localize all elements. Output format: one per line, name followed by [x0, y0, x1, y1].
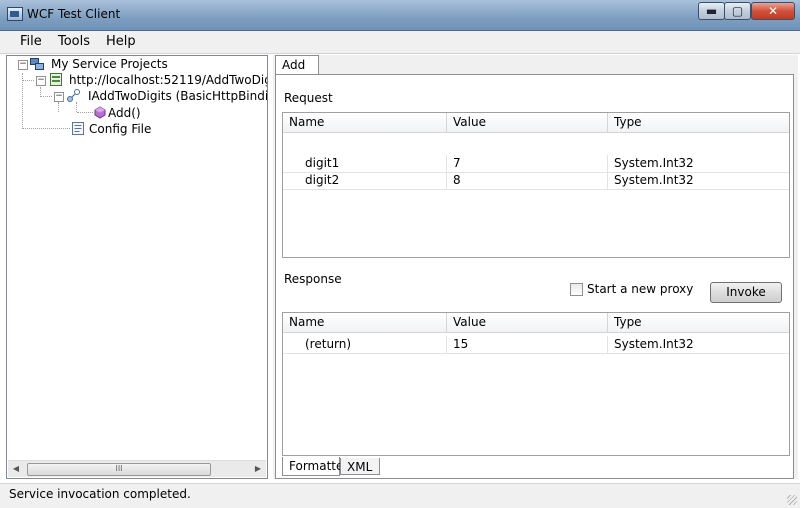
- status-bar: Service invocation completed.: [0, 483, 800, 508]
- tree-connector: [40, 96, 52, 97]
- tab-add[interactable]: Add: [275, 55, 319, 75]
- param-type: System.Int32: [614, 173, 694, 187]
- contract-icon: [67, 89, 80, 102]
- tree-operation-label[interactable]: Add(): [108, 106, 141, 120]
- tree-connector: [22, 73, 23, 129]
- result-type: System.Int32: [614, 337, 694, 351]
- param-value-input[interactable]: 8: [447, 172, 608, 189]
- tab-xml[interactable]: XML: [340, 458, 380, 475]
- tree-contract-label[interactable]: IAddTwoDigits (BasicHttpBinding_IAd: [88, 89, 267, 103]
- maximize-button[interactable]: ▢: [724, 2, 751, 20]
- menu-file[interactable]: File: [20, 34, 42, 49]
- response-grid[interactable]: Name Value Type (return) 15 System.Int32: [282, 312, 790, 456]
- column-header-type[interactable]: Type: [608, 313, 789, 332]
- scroll-left-icon[interactable]: ◀: [10, 463, 22, 475]
- expander-contract[interactable]: −: [54, 92, 64, 102]
- result-name: (return): [283, 336, 447, 353]
- status-text: Service invocation completed.: [9, 487, 191, 501]
- request-grid[interactable]: Name Value Type digit1 7 System.Int32 di…: [282, 112, 790, 258]
- column-header-type[interactable]: Type: [608, 113, 789, 132]
- column-header-value[interactable]: Value: [447, 313, 608, 332]
- response-label: Response: [284, 272, 342, 286]
- invoke-button[interactable]: Invoke: [710, 282, 782, 303]
- operation-panel: Add Request Name Value Type digit1 7 Sys…: [273, 55, 798, 479]
- horizontal-scrollbar[interactable]: ◀ III ▶: [8, 460, 266, 477]
- expander-service[interactable]: −: [36, 76, 46, 86]
- config-file-icon: [72, 122, 84, 135]
- tree-connector: [76, 102, 77, 112]
- tab-strip: Add: [273, 55, 798, 75]
- resize-grip-icon[interactable]: [787, 495, 797, 505]
- service-icon: [50, 73, 62, 86]
- result-value: 15: [447, 336, 608, 353]
- app-icon: [7, 7, 23, 21]
- table-row[interactable]: digit1 7 System.Int32: [283, 155, 789, 173]
- title-bar[interactable]: WCF Test Client ▬ ▢ ✕: [0, 0, 800, 31]
- tree-config-label[interactable]: Config File: [89, 122, 151, 136]
- minimize-button[interactable]: ▬: [698, 2, 725, 20]
- window-title: WCF Test Client: [27, 7, 121, 21]
- projects-icon: [30, 58, 44, 70]
- tree-connector: [77, 112, 93, 113]
- column-header-value[interactable]: Value: [447, 113, 608, 132]
- menu-tools[interactable]: Tools: [58, 34, 90, 49]
- column-header-name[interactable]: Name: [283, 113, 447, 132]
- tree-service-label[interactable]: http://localhost:52119/AddTwoDigits.svc: [69, 73, 267, 87]
- table-row[interactable]: (return) 15 System.Int32: [283, 336, 789, 354]
- start-new-proxy-label[interactable]: Start a new proxy: [587, 282, 693, 296]
- menu-help[interactable]: Help: [106, 34, 136, 49]
- scroll-right-icon[interactable]: ▶: [252, 463, 264, 475]
- expander-root[interactable]: −: [18, 60, 28, 70]
- response-grid-header: Name Value Type: [283, 313, 789, 333]
- service-tree[interactable]: − My Service Projects − http://localhost…: [6, 55, 268, 479]
- request-grid-header: Name Value Type: [283, 113, 789, 133]
- tab-page: Request Name Value Type digit1 7 System.…: [275, 74, 794, 479]
- tree-connector: [22, 128, 70, 129]
- param-type: System.Int32: [614, 156, 694, 170]
- request-label: Request: [284, 91, 333, 105]
- column-header-name[interactable]: Name: [283, 313, 447, 332]
- start-new-proxy-checkbox[interactable]: [570, 283, 583, 296]
- menu-bar: File Tools Help: [0, 31, 800, 54]
- tree-root-label[interactable]: My Service Projects: [51, 57, 168, 71]
- scroll-thumb[interactable]: III: [27, 463, 211, 476]
- response-view-tabs: Formatted XML: [282, 457, 792, 477]
- param-value-input[interactable]: 7: [447, 155, 608, 172]
- param-name: digit2: [283, 172, 447, 189]
- tab-formatted[interactable]: Formatted: [282, 457, 351, 476]
- param-name: digit1: [283, 155, 447, 172]
- scroll-grip-icon: III: [115, 464, 123, 473]
- operation-icon: [94, 106, 106, 119]
- close-button[interactable]: ✕: [751, 2, 795, 20]
- tree-connector: [58, 102, 59, 112]
- table-row[interactable]: digit2 8 System.Int32: [283, 172, 789, 190]
- tree-connector: [22, 80, 34, 81]
